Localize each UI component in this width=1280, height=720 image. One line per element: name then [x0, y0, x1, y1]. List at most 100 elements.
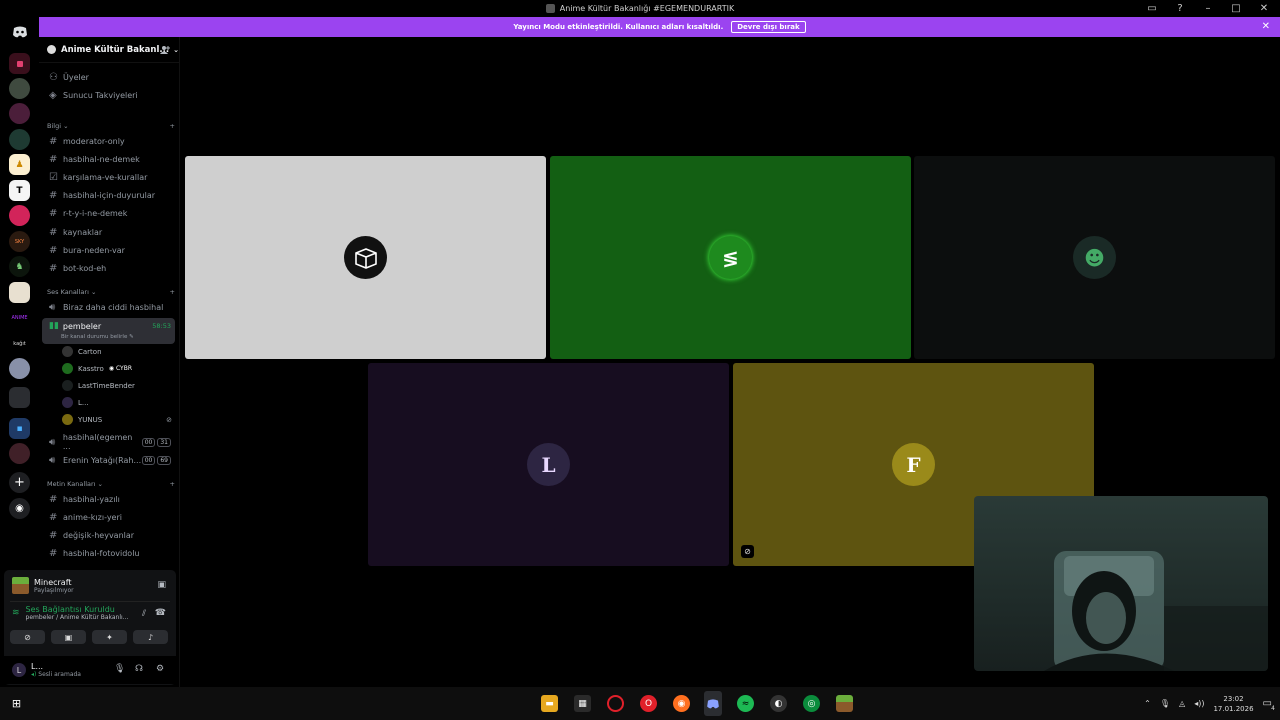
add-channel-icon[interactable]: +: [170, 288, 175, 296]
server-icon[interactable]: [9, 443, 30, 464]
username: L...: [31, 662, 44, 671]
server-icon[interactable]: T: [9, 180, 30, 201]
voice-member[interactable]: Kasstro ◉ CYBR: [62, 363, 132, 374]
participant-tile[interactable]: ☻: [914, 156, 1275, 359]
category-text[interactable]: Metin Kanalları ⌄ +: [47, 480, 175, 488]
server-icon[interactable]: [9, 103, 30, 124]
mic-icon[interactable]: 🎙︎: [1160, 699, 1170, 708]
avatar[interactable]: L: [12, 663, 26, 677]
noise-suppression-icon[interactable]: ⫽: [142, 609, 146, 619]
server-icon[interactable]: [9, 205, 30, 226]
server-icon[interactable]: [9, 53, 30, 74]
server-icon[interactable]: [9, 358, 30, 379]
voice-member[interactable]: L...: [62, 397, 89, 408]
server-folder[interactable]: [9, 387, 30, 408]
camera-preview[interactable]: [974, 496, 1268, 671]
soundboard-button[interactable]: ♪: [133, 630, 168, 644]
server-boosts-link[interactable]: ◈ Sunucu Takviyeleri: [43, 87, 175, 103]
members-link[interactable]: ⚇ Üyeler: [43, 69, 175, 85]
channel-item[interactable]: # hasbihal-yazılı: [43, 491, 175, 507]
category-voice[interactable]: Ses Kanalları ⌄ +: [47, 288, 175, 296]
voice-channel-item[interactable]: 🔊︎ Erenin Yatağı(Rah... 00 69: [43, 452, 175, 468]
voice-channel-item[interactable]: 🔊︎ Biraz daha ciddi hasbihal: [43, 299, 175, 315]
server-icon[interactable]: ♟: [9, 154, 30, 175]
windows-start-icon[interactable]: ⊞: [8, 695, 25, 712]
network-icon[interactable]: ◬: [1179, 699, 1185, 708]
store-icon[interactable]: ▦: [574, 695, 591, 712]
channel-item[interactable]: # bot-kod-eh: [43, 260, 175, 276]
invite-icon[interactable]: [160, 45, 170, 57]
discord-taskbar-icon[interactable]: [704, 691, 722, 716]
share-screen-icon[interactable]: ▣: [157, 580, 166, 590]
server-icon[interactable]: [9, 78, 30, 99]
channel-item[interactable]: # hasbihal-için-duyurular: [43, 187, 175, 203]
server-icon: [47, 45, 56, 54]
voice-channel-item[interactable]: 🔊︎ hasbihal(egemen ... 00 31: [43, 433, 175, 451]
channel-item[interactable]: # kaynaklar: [43, 224, 175, 240]
participant-tile[interactable]: [185, 156, 546, 359]
disconnect-icon[interactable]: ☎: [155, 608, 166, 618]
app-icon[interactable]: ◎: [803, 695, 820, 712]
minimize-button[interactable]: –: [1202, 2, 1214, 14]
voice-member[interactable]: Carton: [62, 346, 102, 357]
file-explorer-icon[interactable]: ▬: [541, 695, 558, 712]
banner-close-icon[interactable]: ✕: [1262, 21, 1270, 32]
channel-status-hint[interactable]: Bir kanal durumu belirle ✎: [61, 334, 134, 340]
active-voice-channel[interactable]: ▮▮ pembeler 58:53 Bir kanal durumu belir…: [42, 318, 175, 344]
screen-share-button[interactable]: ▣: [51, 630, 86, 644]
server-icon[interactable]: [9, 282, 30, 303]
channel-item[interactable]: # anime-kızı-yeri: [43, 509, 175, 525]
channel-item[interactable]: # hasbihal-fotovidolu: [43, 545, 175, 561]
volume-icon[interactable]: ◂)): [1194, 699, 1204, 708]
server-icon[interactable]: [9, 129, 30, 150]
participant-tile[interactable]: L: [368, 363, 729, 566]
add-channel-icon[interactable]: +: [170, 480, 175, 488]
channel-name: hasbihal-için-duyurular: [63, 190, 156, 200]
boosts-label: Sunucu Takviyeleri: [63, 90, 138, 100]
voice-member[interactable]: LastTimeBender: [62, 380, 135, 391]
firefox-icon[interactable]: ◉: [673, 695, 690, 712]
channel-item[interactable]: # değişik-heyvanlar: [43, 527, 175, 543]
headphones-icon[interactable]: ☊: [135, 664, 143, 674]
opera-gx-icon[interactable]: [607, 695, 624, 712]
opera-icon[interactable]: O: [640, 695, 657, 712]
server-icon[interactable]: kağıt: [9, 333, 30, 354]
discord-home-icon[interactable]: [9, 21, 30, 42]
server-icon[interactable]: ♞: [9, 256, 30, 277]
disable-streamer-mode-button[interactable]: Devre dışı bırak: [731, 21, 806, 33]
inbox-icon[interactable]: ▭: [1146, 2, 1158, 14]
channel-item[interactable]: ☑ karşılama-ve-kurallar: [43, 169, 175, 185]
activities-button[interactable]: ✦: [92, 630, 127, 644]
category-info[interactable]: Bilgi ⌄ +: [47, 122, 175, 130]
server-header[interactable]: Anime Kültür Bakanl... ⌄: [39, 37, 180, 63]
server-icon[interactable]: ANIME: [9, 307, 30, 328]
voice-connection-status[interactable]: ≋ Ses Bağlantısı Kuruldu pembeler / Anim…: [12, 605, 128, 621]
close-button[interactable]: ✕: [1258, 2, 1270, 14]
channel-item[interactable]: # hasbihal-ne-demek: [43, 151, 175, 167]
folder-icon[interactable]: ▪: [9, 418, 30, 439]
channel-item[interactable]: # r-t-y-i-ne-demek: [43, 205, 175, 221]
notification-icon[interactable]: ▭ 4: [1263, 698, 1275, 712]
hash-icon: #: [49, 153, 58, 165]
clock[interactable]: 23:02 17.01.2026: [1213, 694, 1253, 714]
minecraft-taskbar-icon[interactable]: [836, 695, 853, 712]
chevron-up-icon[interactable]: ⌃: [1144, 699, 1151, 708]
channel-name: moderator-only: [63, 136, 125, 146]
spotify-icon[interactable]: ≈: [737, 695, 754, 712]
help-icon[interactable]: ?: [1174, 2, 1186, 14]
activity-panel[interactable]: Minecraft Paylaşılmıyor: [12, 577, 74, 594]
server-icon[interactable]: SKY: [9, 231, 30, 252]
gear-icon[interactable]: ⚙: [156, 664, 164, 674]
participant-tile[interactable]: ≶: [550, 156, 911, 359]
channel-item[interactable]: # moderator-only: [43, 133, 175, 149]
camera-button[interactable]: ⊘: [10, 630, 45, 644]
mic-icon[interactable]: 🎙︎: [114, 664, 125, 674]
discover-icon[interactable]: ◉: [9, 498, 30, 519]
voice-member[interactable]: YUNUS ⊘: [62, 414, 172, 425]
add-server-icon[interactable]: +: [9, 472, 30, 493]
app-icon[interactable]: ◐: [770, 695, 787, 712]
maximize-button[interactable]: □: [1230, 2, 1242, 14]
channel-item[interactable]: # bura-neden-var: [43, 242, 175, 258]
add-channel-icon[interactable]: +: [170, 122, 175, 130]
window-title: Anime Kültür Bakanlığı #EGEMENDURARTIK: [559, 4, 735, 13]
